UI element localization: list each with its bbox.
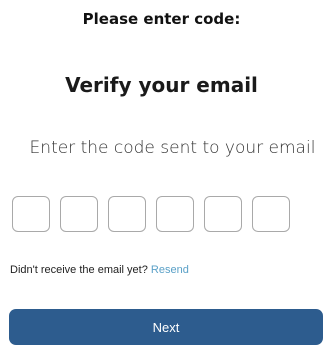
resend-prompt: Didn't receive the email yet? <box>10 264 148 276</box>
resend-row: Didn't receive the email yet? Resend <box>10 264 189 276</box>
resend-link[interactable]: Resend <box>151 264 189 276</box>
verify-email-heading: Verify your email <box>65 73 258 97</box>
code-digit-5[interactable] <box>204 196 242 232</box>
instruction-text: Enter the code sent to your email <box>29 138 316 158</box>
code-digit-1[interactable] <box>12 196 50 232</box>
next-button[interactable]: Next <box>9 309 323 345</box>
code-digit-6[interactable] <box>252 196 290 232</box>
code-digit-2[interactable] <box>60 196 98 232</box>
code-input-group <box>12 196 290 232</box>
code-digit-4[interactable] <box>156 196 194 232</box>
code-digit-3[interactable] <box>108 196 146 232</box>
page-title: Please enter code: <box>82 10 241 28</box>
